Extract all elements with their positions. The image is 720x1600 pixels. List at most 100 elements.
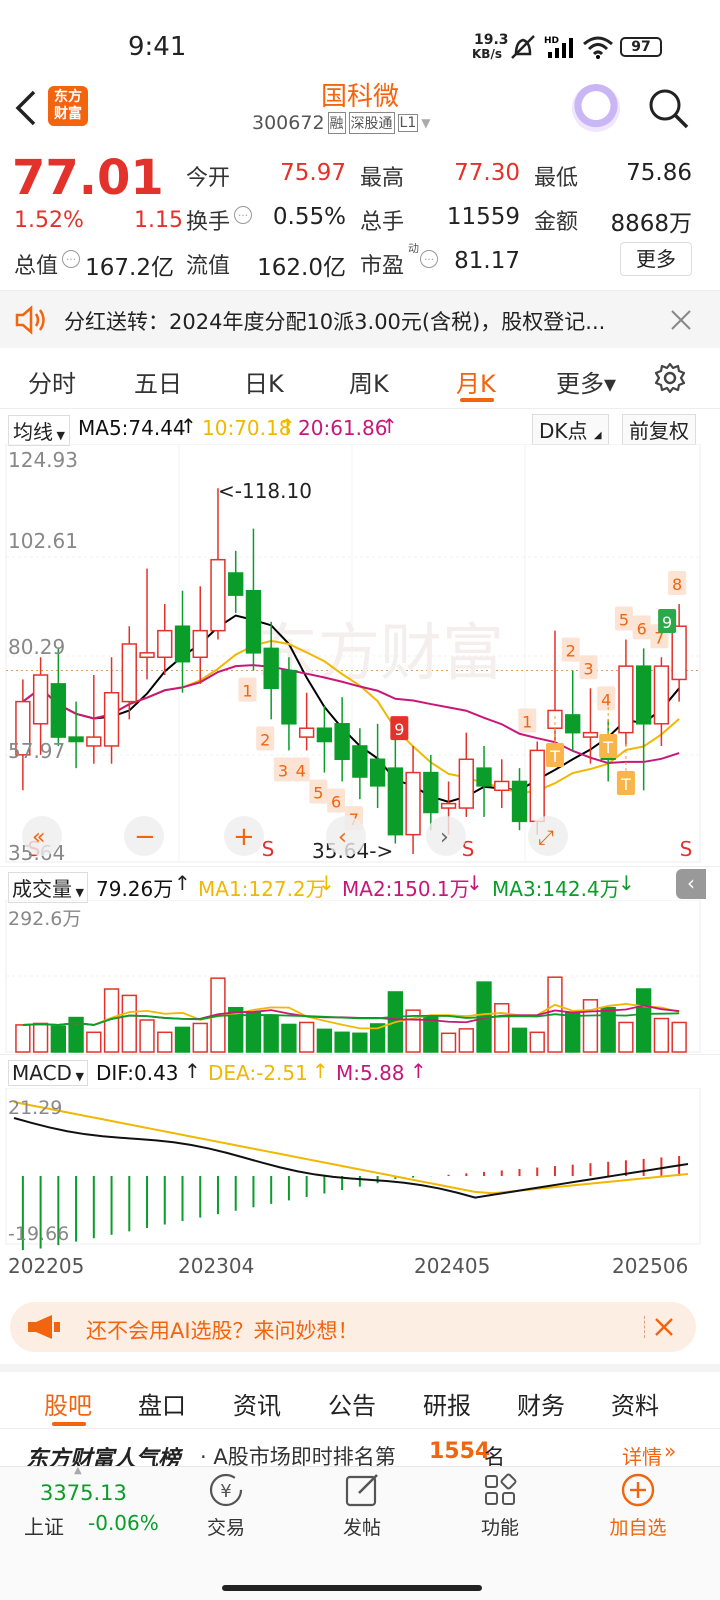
candle-body <box>157 629 173 659</box>
expand-icon: ⤢ <box>538 825 554 849</box>
volume-selector[interactable]: 成交量 ▼ <box>8 872 88 903</box>
candle-body <box>298 727 315 738</box>
dea-arrow: ↑ <box>312 1059 329 1083</box>
close-banner-icon[interactable] <box>654 1317 674 1337</box>
status-bar: 9:41 19.3 KB/s HD 97 <box>0 0 720 80</box>
vol-ma2-legend: MA2:150.1万 <box>342 877 470 901</box>
level-dropdown-icon[interactable]: ▼ <box>421 116 430 130</box>
candle-body <box>405 771 421 836</box>
tab-research[interactable]: 研报 <box>423 1386 471 1421</box>
notice-text: 分红送转：2024年度分配10派3.00元(含税)，股权登记... <box>64 310 606 334</box>
function-label: 功能 <box>480 1517 519 1539</box>
kline-chart[interactable]: 东方财富 12345679123456789TTTSSSS 124.93 102… <box>0 444 720 864</box>
mute-icon <box>511 35 535 59</box>
trade-label: 交易 <box>206 1517 245 1539</box>
td-sequence-marker: 6 <box>331 792 341 811</box>
kline-max-label: <-118.10 <box>218 479 312 503</box>
vol-arrow: ↑ <box>174 871 191 895</box>
close-notice-icon[interactable] <box>670 309 692 331</box>
index-ticker[interactable]: ▲ 3375.13 上证 -0.06% <box>0 1465 176 1547</box>
volume-chart[interactable]: 292.6万 <box>0 900 720 1054</box>
x-label-2: 202405 <box>414 1254 491 1278</box>
tab-pankou[interactable]: 盘口 <box>138 1386 186 1421</box>
rank-detail-link[interactable]: 详情 <box>622 1441 662 1468</box>
stock-code: 300672 <box>252 112 325 134</box>
volume-bar <box>245 1011 262 1053</box>
tab-five-day[interactable]: 五日 <box>134 364 182 399</box>
tab-finance[interactable]: 财务 <box>517 1386 565 1421</box>
td-sequence-marker: 8 <box>672 575 682 594</box>
rank-title: 东方财富人气榜 <box>26 1447 181 1468</box>
td-sequence-marker: 3 <box>278 761 288 780</box>
high-value: 77.30 <box>454 160 520 186</box>
volume-bar <box>653 1017 670 1053</box>
tab-announcement[interactable]: 公告 <box>328 1386 376 1421</box>
candle-body <box>511 780 528 823</box>
ai-banner[interactable]: 还不会用AI选股？来问妙想！ <box>10 1302 696 1352</box>
volume-selector-label: 成交量 <box>12 877 72 901</box>
td-sequence-marker: 2 <box>566 642 576 661</box>
popularity-rank[interactable]: 东方财富人气榜 · A股市场即时排名第 1554 名 详情 » <box>0 1428 720 1468</box>
tab-guba[interactable]: 股吧 <box>44 1386 92 1421</box>
s-signal-marker: S <box>680 837 693 861</box>
macd-selector[interactable]: MACD ▼ <box>8 1060 88 1086</box>
candle-body <box>458 758 474 809</box>
tab-profile[interactable]: 资料 <box>611 1386 659 1421</box>
dividend-notice[interactable]: 分红送转：2024年度分配10派3.00元(含税)，股权登记... <box>0 290 720 348</box>
tab-day-k[interactable]: 日K <box>244 364 284 399</box>
mcap-info-icon[interactable]: … <box>62 250 80 268</box>
dk-point-button[interactable]: DK点 ◢ <box>532 414 609 445</box>
search-icon[interactable] <box>646 86 690 130</box>
tab-week-k[interactable]: 周K <box>349 364 389 399</box>
tab-news[interactable]: 资讯 <box>233 1386 281 1421</box>
adjust-button[interactable]: 前复权 <box>622 414 696 445</box>
post-label: 发帖 <box>342 1517 381 1539</box>
td-buy-nine-marker: 9 <box>662 613 672 632</box>
more-button[interactable]: 更多 <box>620 242 692 276</box>
change-pct: 1.52% <box>14 208 84 233</box>
volume-bar <box>263 1014 279 1053</box>
candle-body <box>192 629 208 659</box>
macd-legend-row: MACD ▼ DIF:0.43 ↑ DEA:-2.51 ↑ M:5.88 ↑ <box>0 1054 720 1088</box>
settings-gear-icon[interactable] <box>654 362 686 394</box>
post-button[interactable]: 发帖 <box>322 1471 402 1547</box>
candle-body <box>50 683 67 738</box>
add-watchlist-label: 加自选 <box>609 1517 667 1539</box>
ma5-arrow: ↑ <box>180 414 197 438</box>
turnover-value: 0.55% <box>272 204 346 230</box>
index-change: -0.06% <box>88 1511 159 1535</box>
low-label: 最低 <box>534 166 579 191</box>
battery-icon: 97 <box>620 37 662 57</box>
active-tab-indicator <box>460 398 494 402</box>
td-sequence-marker: 1 <box>242 682 252 701</box>
pe-value: 81.17 <box>454 248 520 274</box>
net-speed-top: 19.3 <box>474 32 509 48</box>
high-label: 最高 <box>360 166 405 191</box>
t-signal-marker: T <box>620 775 631 794</box>
volume-bar <box>192 1022 208 1053</box>
robot-avatar-icon[interactable] <box>572 84 620 132</box>
x-label-3: 202506 <box>612 1254 689 1278</box>
candle-body <box>334 723 350 761</box>
volume-bar <box>157 1031 173 1053</box>
volume-bar <box>15 1024 31 1053</box>
volume-bar <box>511 1027 528 1053</box>
td-sequence-marker: 1 <box>522 713 532 732</box>
collapse-panel-button[interactable]: ‹ <box>676 869 706 899</box>
tab-more[interactable]: 更多▾ <box>556 364 616 399</box>
add-watchlist-button[interactable]: 加自选 <box>596 1471 680 1547</box>
ma-selector[interactable]: 均线 ▼ <box>8 415 70 446</box>
candle-body <box>139 652 155 659</box>
pe-info-icon[interactable]: … <box>420 250 438 268</box>
trade-button[interactable]: ¥ 交易 <box>186 1471 266 1547</box>
volume-bar <box>86 1031 102 1053</box>
volume-bar <box>494 1003 510 1053</box>
function-button[interactable]: 功能 <box>460 1471 540 1547</box>
turnover-info-icon[interactable]: … <box>234 206 252 224</box>
tab-month-k[interactable]: 月K <box>456 364 496 399</box>
guba-indicator <box>52 1422 86 1426</box>
banner-divider <box>644 1316 645 1338</box>
candle-body <box>174 625 191 663</box>
tab-fenshi[interactable]: 分时 <box>28 364 76 399</box>
macd-chart[interactable]: 21.29 -19.66 <box>0 1088 720 1250</box>
